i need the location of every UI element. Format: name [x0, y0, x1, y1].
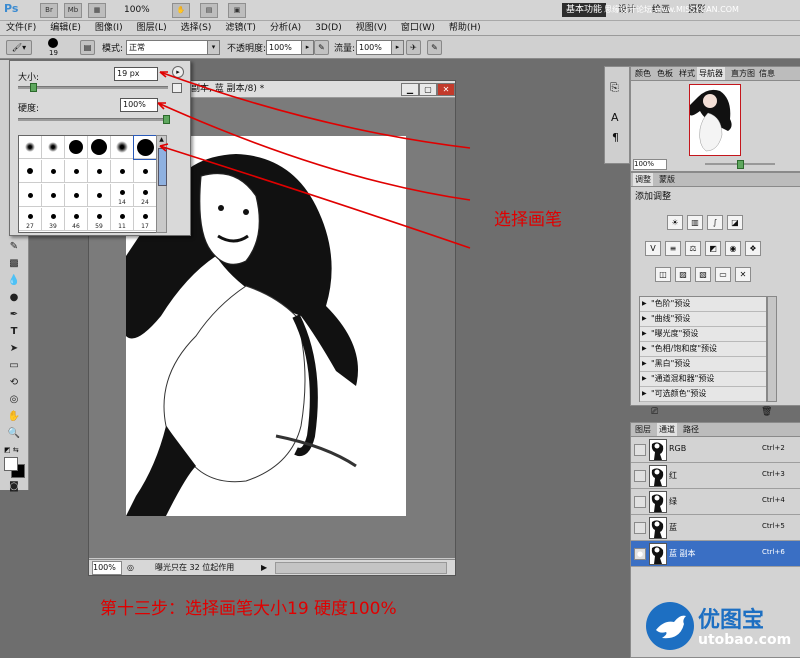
navigator-zoom-input[interactable]: 100%	[633, 159, 667, 170]
adjustment-presets-list: "色阶"预设 "曲线"预设 "曝光度"预设 "色相/饱和度"预设 "黑白"预设 …	[639, 296, 767, 402]
eye-icon[interactable]: ●	[634, 548, 646, 560]
tab-masks[interactable]: 蒙版	[657, 173, 677, 186]
channel-list: RGB Ctrl+2 红 Ctrl+3 绿 Ctrl+4 蓝 Ctrl+5 ● 蓝 副本 Ctrl+…	[631, 437, 800, 577]
channels-tabs: 图层 通道 路径	[631, 423, 800, 437]
preset-exposure[interactable]: "曝光度"预设	[640, 327, 766, 342]
tab-adjustments[interactable]: 调整	[633, 173, 653, 186]
preset-black-white[interactable]: "黑白"预设	[640, 357, 766, 372]
tab-channels[interactable]: 通道	[657, 423, 677, 436]
channel-name: 蓝	[669, 523, 677, 532]
channel-name: 蓝 副本	[669, 549, 696, 558]
adjustment-delete-icon[interactable]: 🗑	[761, 407, 772, 417]
channel-thumbnail	[649, 465, 667, 487]
tab-histogram[interactable]: 直方图	[729, 67, 757, 80]
channel-row[interactable]: RGB Ctrl+2	[631, 437, 800, 463]
visibility-toggle[interactable]	[634, 522, 646, 534]
watermark-url: utobao.com	[698, 632, 792, 648]
panel-dock-icons: ⎘ A ¶	[604, 66, 630, 164]
paragraph-panel-icon[interactable]: ¶	[612, 131, 619, 144]
annotation-step-caption: 第十三步：选择画笔大小19 硬度100%	[100, 599, 397, 619]
adjustments-tabs: 调整 蒙版	[631, 173, 800, 187]
preset-selective-color[interactable]: "可选颜色"预设	[640, 387, 766, 402]
character-panel-icon[interactable]: A	[611, 111, 619, 124]
channel-thumbnail	[649, 543, 667, 565]
navigator-tabs: 颜色 色板 样式 导航器 直方图 信息	[631, 67, 800, 81]
bird-logo-icon	[646, 602, 694, 650]
visibility-toggle[interactable]	[634, 444, 646, 456]
channel-shortcut: Ctrl+2	[762, 444, 785, 452]
tab-layers[interactable]: 图层	[633, 423, 653, 436]
navigator-thumbnail[interactable]	[689, 84, 741, 156]
preset-levels[interactable]: "色阶"预设	[640, 297, 766, 312]
preset-curves[interactable]: "曲线"预设	[640, 312, 766, 327]
channel-row[interactable]: 蓝 Ctrl+5	[631, 515, 800, 541]
channel-name: 绿	[669, 497, 677, 506]
history-panel-icon[interactable]: ⎘	[610, 81, 619, 95]
channel-name: 红	[669, 471, 677, 480]
annotation-select-brush: 选择画笔	[494, 210, 562, 230]
tab-swatches[interactable]: 色板	[655, 67, 675, 80]
selective-color-icon[interactable]: ✕	[735, 267, 751, 282]
channel-row[interactable]: ● 蓝 副本 Ctrl+6	[631, 541, 800, 567]
tab-info[interactable]: 信息	[757, 67, 777, 80]
channel-shortcut: Ctrl+6	[762, 548, 785, 556]
visibility-toggle[interactable]	[634, 496, 646, 508]
channel-thumbnail	[649, 517, 667, 539]
watermark: 优图宝 utobao.com	[640, 598, 800, 656]
navigator-panel: 颜色 色板 样式 导航器 直方图 信息 100%	[630, 66, 800, 172]
gradient-map-icon[interactable]: ▭	[715, 267, 731, 282]
tab-paths[interactable]: 路径	[681, 423, 701, 436]
tab-navigator[interactable]: 导航器	[697, 67, 725, 80]
preset-channel-mixer[interactable]: "通道混和器"预设	[640, 372, 766, 387]
channel-shortcut: Ctrl+5	[762, 522, 785, 530]
channel-thumbnail	[649, 491, 667, 513]
exposure-icon[interactable]: ◪	[727, 215, 743, 230]
preset-hue-saturation[interactable]: "色相/饱和度"预设	[640, 342, 766, 357]
channel-name: RGB	[669, 444, 687, 453]
channel-mixer-icon[interactable]: ❖	[745, 241, 761, 256]
navigator-zoom-thumb[interactable]	[737, 160, 744, 169]
visibility-toggle[interactable]	[634, 470, 646, 482]
levels-icon[interactable]: ▥	[687, 215, 703, 230]
black-white-icon[interactable]: ◩	[705, 241, 721, 256]
presets-scrollbar[interactable]	[767, 296, 777, 402]
brightness-contrast-icon[interactable]: ☀	[667, 215, 683, 230]
navigator-thumbnail-image	[690, 89, 732, 152]
channel-thumbnail	[649, 439, 667, 461]
channel-shortcut: Ctrl+4	[762, 496, 785, 504]
adjustment-footer-icon[interactable]: ⎚	[651, 407, 658, 417]
curves-icon[interactable]: ∫	[707, 215, 723, 230]
channel-row[interactable]: 绿 Ctrl+4	[631, 489, 800, 515]
vibrance-icon[interactable]: V	[645, 241, 661, 256]
watermark-title: 优图宝	[698, 608, 765, 633]
color-balance-icon[interactable]: ⚖	[685, 241, 701, 256]
add-adjustment-title: 添加调整	[635, 192, 672, 202]
tab-styles[interactable]: 样式	[677, 67, 697, 80]
photo-filter-icon[interactable]: ◉	[725, 241, 741, 256]
threshold-icon[interactable]: ▧	[695, 267, 711, 282]
adjustments-panel: 调整 蒙版 添加调整 ☀ ▥ ∫ ◪ V ≡ ⚖ ◩ ◉ ❖ ◫ ▨ ▧ ▭ ✕…	[630, 172, 800, 417]
channel-shortcut: Ctrl+3	[762, 470, 785, 478]
invert-icon[interactable]: ◫	[655, 267, 671, 282]
hue-saturation-icon[interactable]: ≡	[665, 241, 681, 256]
tab-color[interactable]: 颜色	[633, 67, 653, 80]
channel-row[interactable]: 红 Ctrl+3	[631, 463, 800, 489]
posterize-icon[interactable]: ▨	[675, 267, 691, 282]
